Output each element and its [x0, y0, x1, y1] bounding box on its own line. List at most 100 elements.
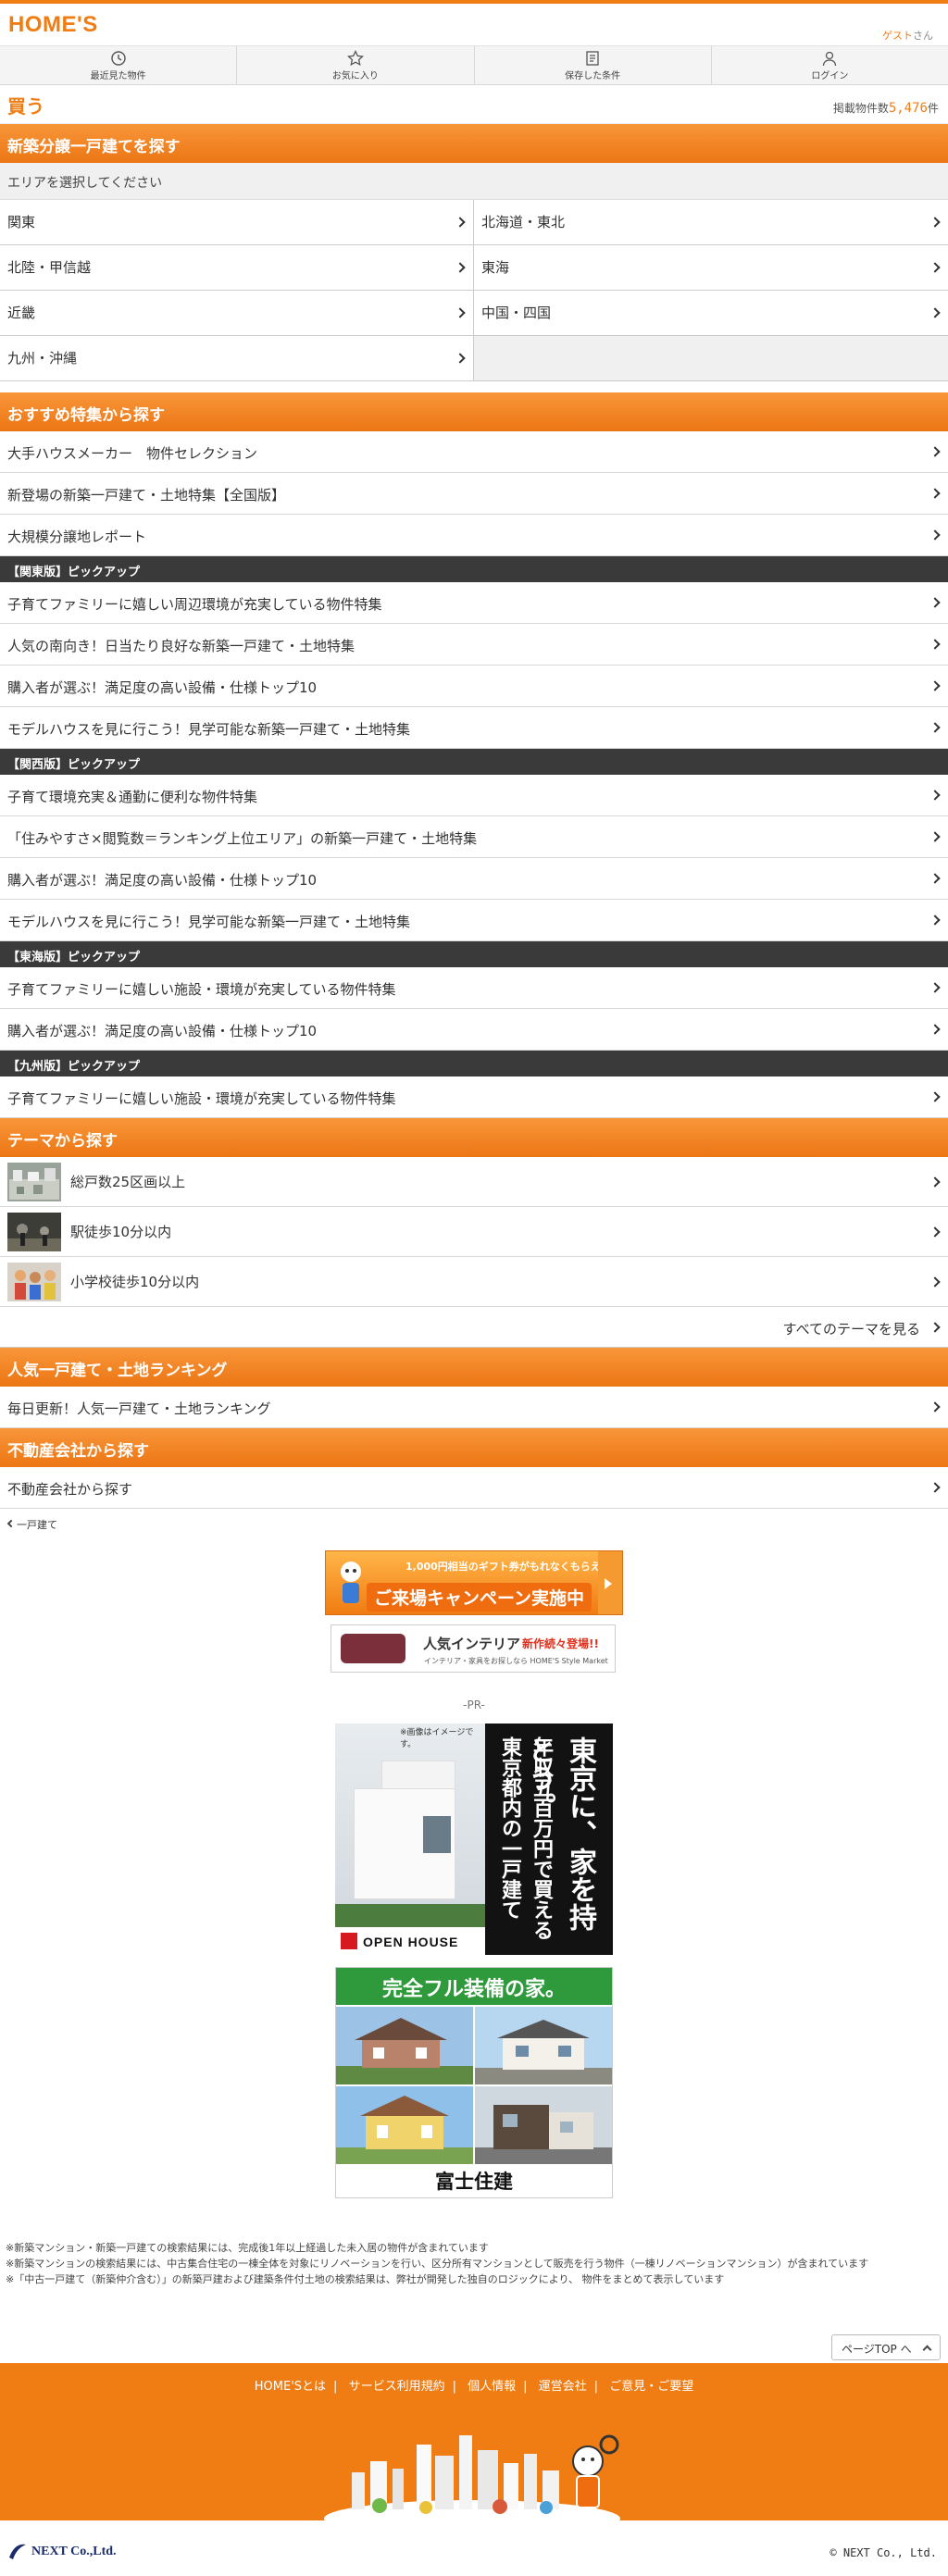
- company-search-item[interactable]: 不動産会社から探す: [0, 1467, 948, 1509]
- area-hokkaido-tohoku[interactable]: 北海道・東北: [474, 200, 948, 245]
- nav-saved-conditions[interactable]: 保存した条件: [475, 46, 712, 84]
- footer-link-terms[interactable]: サービス利用規約: [349, 2380, 445, 2394]
- pickup-tokai-title: 【東海版】ピックアップ: [0, 941, 948, 967]
- theme-thumbnail-image: [7, 1262, 61, 1301]
- pickup-item[interactable]: 購入者が選ぶ！満足度の高い設備・仕様トップ10: [0, 666, 948, 707]
- chevron-left-icon: [6, 1519, 16, 1528]
- chevron-right-icon: [929, 1226, 941, 1238]
- area-grid: 関東 北海道・東北 北陸・甲信越 東海 近畿 中国・四国 九州・沖縄: [0, 200, 948, 381]
- chevron-right-icon: [455, 307, 466, 318]
- area-tokai[interactable]: 東海: [474, 245, 948, 291]
- openhouse-ad[interactable]: ※画像はイメージです。 東京に、家を持とう。 年収五百万円で買える 東京都内の一…: [335, 1724, 613, 1955]
- pr-label: -PR-: [463, 1699, 485, 1711]
- footer-link-company[interactable]: 運営会社: [539, 2380, 587, 2394]
- homes-logo[interactable]: HOME'S: [8, 12, 98, 38]
- chevron-right-icon: [929, 873, 941, 884]
- theme-item[interactable]: 駅徒歩10分以内: [0, 1207, 948, 1257]
- pickup-item[interactable]: 子育てファミリーに嬉しい施設・環境が充実している物件特集: [0, 967, 948, 1009]
- area-empty-cell: [474, 336, 948, 381]
- openhouse-logo-mark: [341, 1933, 357, 1949]
- theme-thumbnail-image: [7, 1212, 61, 1251]
- footer-links: HOME'Sとは | サービス利用規約 | 個人情報 | 運営会社 | ご意見・ご要望: [254, 2380, 694, 2394]
- company-logo: NEXT Co.,Ltd.: [31, 2545, 117, 2558]
- area-kyushu-okinawa[interactable]: 九州・沖縄: [0, 336, 474, 381]
- chevron-right-icon: [455, 217, 466, 228]
- theme-thumbnail-image: [7, 1162, 61, 1201]
- pickup-kansai-title: 【関西版】ピックアップ: [0, 749, 948, 775]
- chevron-right-icon: [929, 597, 941, 608]
- nav-recently-viewed[interactable]: 最近見た物件: [0, 46, 238, 84]
- footer-link-feedback[interactable]: ご意見・ご要望: [609, 2380, 693, 2394]
- feature-section-title: おすすめ特集から探す: [0, 392, 948, 431]
- chevron-right-icon: [455, 353, 466, 364]
- sofa-image: [341, 1634, 405, 1663]
- area-hokuriku-koshinetsu[interactable]: 北陸・甲信越: [0, 245, 474, 291]
- chevron-right-icon: [929, 1024, 941, 1035]
- pickup-item[interactable]: 子育て環境充実＆通勤に便利な物件特集: [0, 775, 948, 816]
- feature-item[interactable]: 大規模分譲地レポート: [0, 515, 948, 556]
- guest-greeting: ゲストさん: [882, 30, 933, 42]
- pickup-item[interactable]: 人気の南向き！日当たり良好な新築一戸建て・土地特集: [0, 624, 948, 666]
- interior-banner[interactable]: 人気インテリア 新作続々登場!! インテリア・家具をお探しなら HOME'S S…: [331, 1624, 616, 1673]
- pickup-item[interactable]: 「住みやすさ×閲覧数＝ランキング上位エリア」の新築一戸建て・土地特集: [0, 816, 948, 858]
- chevron-right-icon: [929, 680, 941, 691]
- chevron-right-icon: [929, 1321, 941, 1333]
- nav-favorites[interactable]: お気に入り: [237, 46, 475, 84]
- chevron-right-icon: [929, 831, 941, 842]
- chevron-right-icon: [929, 1401, 941, 1412]
- copyright: © NEXT Co., Ltd.: [830, 2546, 937, 2559]
- chevron-right-icon: [929, 790, 941, 801]
- ranking-item[interactable]: 毎日更新！人気一戸建て・土地ランキング: [0, 1387, 948, 1428]
- page-title: 買う: [7, 95, 44, 118]
- pickup-item[interactable]: モデルハウスを見に行こう！見学可能な新築一戸建て・土地特集: [0, 900, 948, 941]
- pickup-kanto-title: 【関東版】ピックアップ: [0, 556, 948, 582]
- ranking-section-title: 人気一戸建て・土地ランキング: [0, 1348, 948, 1387]
- house-photo: [475, 2007, 612, 2084]
- pickup-item[interactable]: 子育てファミリーに嬉しい施設・環境が充実している物件特集: [0, 1076, 948, 1118]
- theme-item[interactable]: 小学校徒歩10分以内: [0, 1257, 948, 1307]
- area-kinki[interactable]: 近畿: [0, 291, 474, 336]
- page-title-bar: 買う 掲載物件数5,476件: [0, 85, 948, 124]
- all-themes-link[interactable]: すべてのテーマを見る: [0, 1307, 948, 1348]
- campaign-banner[interactable]: 1,000円相当のギフト券がもれなくもらえる ご来場キャンペーン実施中: [325, 1550, 623, 1615]
- feature-item[interactable]: 新登場の新築一戸建て・土地特集【全国版】: [0, 473, 948, 515]
- chevron-right-icon: [929, 262, 941, 273]
- pickup-item[interactable]: 購入者が選ぶ！満足度の高い設備・仕様トップ10: [0, 1009, 948, 1051]
- chevron-right-icon: [929, 1176, 941, 1188]
- chevron-up-icon: [922, 2345, 932, 2355]
- house-photo: [336, 2007, 473, 2084]
- area-section-title: 新築分譲一戸建てを探す: [0, 124, 948, 163]
- theme-section-title: テーマから探す: [0, 1118, 948, 1157]
- next-logo-mark: [9, 2544, 26, 2559]
- chevron-right-icon: [929, 217, 941, 228]
- chevron-right-icon: [929, 307, 941, 318]
- pickup-item[interactable]: 子育てファミリーに嬉しい周辺環境が充実している物件特集: [0, 582, 948, 624]
- area-kanto[interactable]: 関東: [0, 200, 474, 245]
- chevron-right-icon: [929, 915, 941, 926]
- nav-login[interactable]: ログイン: [712, 46, 948, 84]
- bottom-bar: NEXT Co.,Ltd. © NEXT Co., Ltd.: [0, 2520, 948, 2576]
- footer-link-about[interactable]: HOME'Sとは: [255, 2380, 326, 2394]
- area-chugoku-shikoku[interactable]: 中国・四国: [474, 291, 948, 336]
- pickup-item[interactable]: 購入者が選ぶ！満足度の高い設備・仕様トップ10: [0, 858, 948, 900]
- pickup-kyushu-title: 【九州版】ピックアップ: [0, 1051, 948, 1076]
- theme-item[interactable]: 総戸数25区画以上: [0, 1157, 948, 1207]
- chevron-right-icon: [929, 488, 941, 499]
- chevron-right-icon: [929, 982, 941, 993]
- company-section-title: 不動産会社から探す: [0, 1428, 948, 1467]
- feature-item[interactable]: 大手ハウスメーカー 物件セレクション: [0, 431, 948, 473]
- page-top-button[interactable]: ページTOP へ: [831, 2334, 941, 2360]
- chevron-right-icon: [929, 446, 941, 457]
- global-nav: 最近見た物件 お気に入り 保存した条件 ログイン: [0, 46, 948, 85]
- pickup-item[interactable]: モデルハウスを見に行こう！見学可能な新築一戸建て・土地特集: [0, 707, 948, 749]
- chevron-right-icon: [929, 722, 941, 733]
- area-hint: エリアを選択してください: [0, 163, 948, 200]
- back-link[interactable]: 一戸建て: [0, 1509, 948, 1538]
- city-illustration: [324, 2434, 620, 2520]
- house-photo: ※画像はイメージです。: [335, 1724, 485, 1955]
- footer-link-privacy[interactable]: 個人情報: [468, 2380, 516, 2394]
- fujijuken-ad[interactable]: 完全フル装備の家。 富士住建: [335, 1967, 613, 2198]
- chevron-right-icon: [929, 1482, 941, 1493]
- openhouse-logo: OPEN HOUSE: [363, 1935, 459, 1949]
